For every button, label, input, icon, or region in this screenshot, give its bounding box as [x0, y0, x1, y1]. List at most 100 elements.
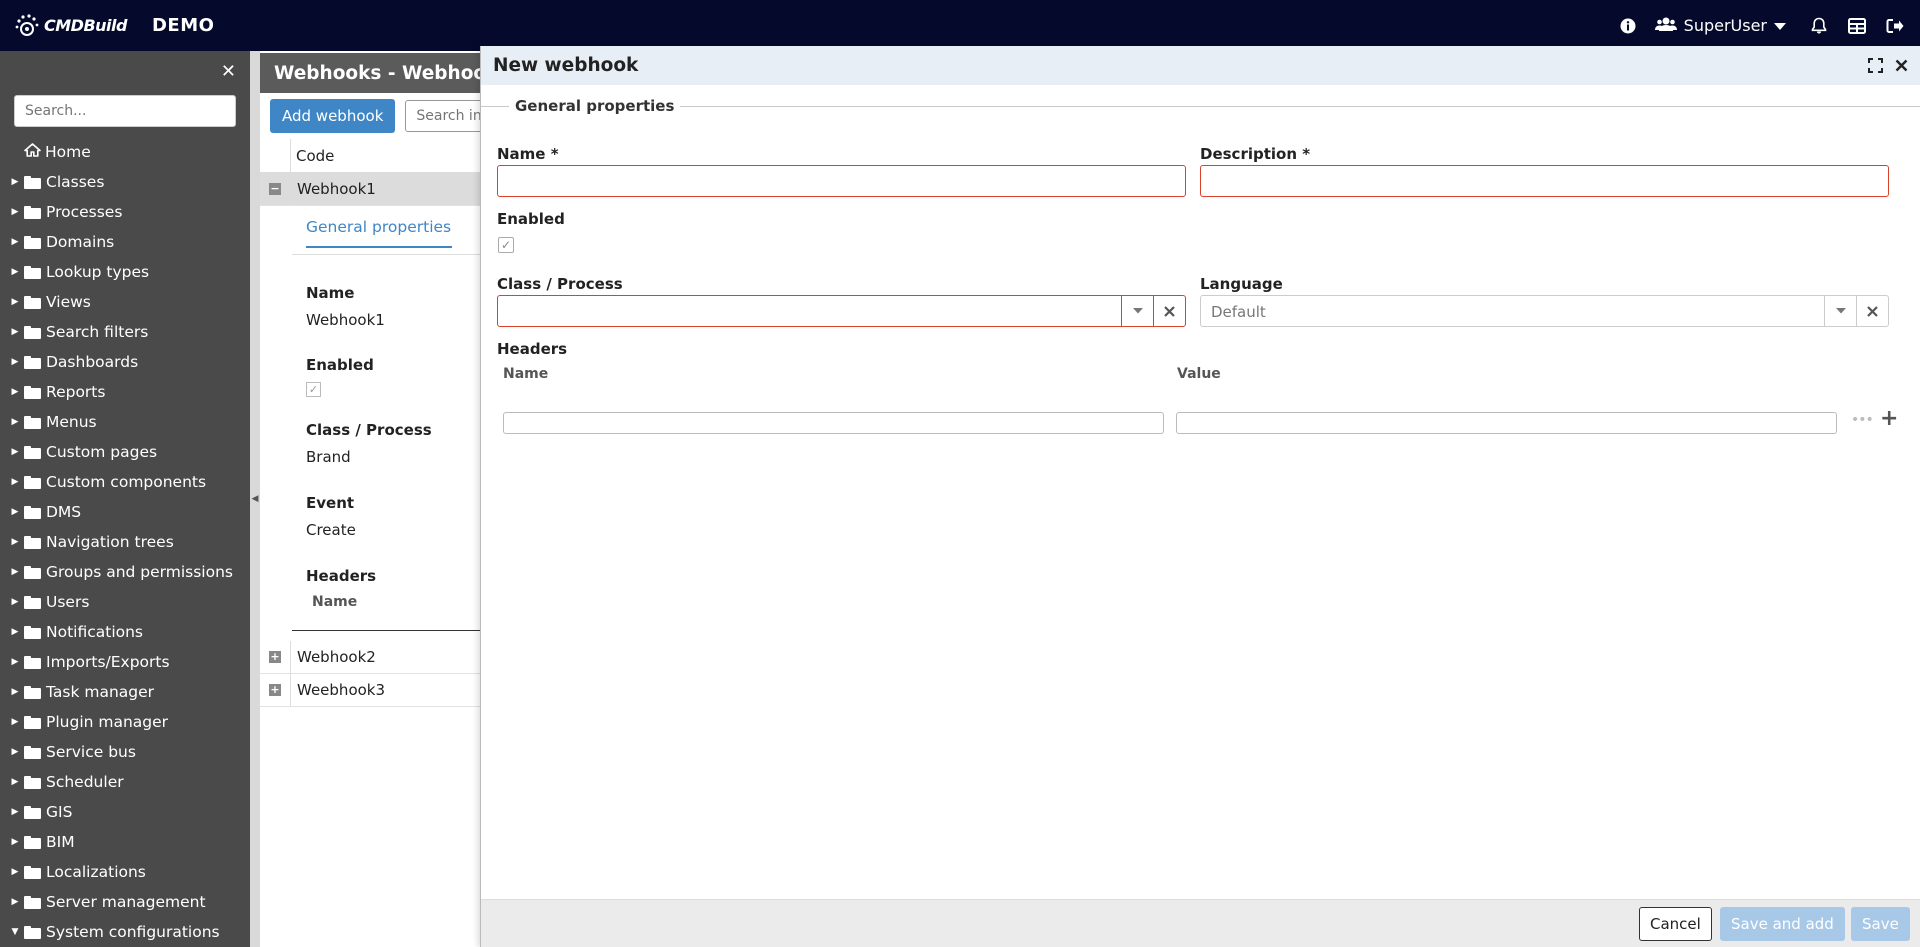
- panel-title: Webhooks - Webhook1: [260, 53, 480, 93]
- nav-item-reports[interactable]: ▶ Reports: [0, 377, 250, 407]
- row-code: Webhook1: [290, 173, 376, 205]
- nav-item-dashboards[interactable]: ▶ Dashboards: [0, 347, 250, 377]
- nav-item-label: System configurations: [46, 923, 220, 941]
- expand-row-icon[interactable]: +: [269, 684, 281, 696]
- nav-item-plugin-manager[interactable]: ▶ Plugin manager: [0, 707, 250, 737]
- dropdown-trigger-icon[interactable]: [1121, 296, 1153, 326]
- nav-item-label: BIM: [46, 833, 75, 851]
- nav-item-server-management[interactable]: ▶ Server management: [0, 887, 250, 917]
- nav-item-label: Localizations: [46, 863, 146, 881]
- table-row[interactable]: + Webhook2: [260, 641, 480, 674]
- nav-item-bim[interactable]: ▶ BIM: [0, 827, 250, 857]
- language-label: Language: [1200, 275, 1283, 293]
- logout-icon[interactable]: [1876, 0, 1914, 51]
- headers-col-value: Value: [1177, 366, 1221, 382]
- name-input[interactable]: [497, 165, 1186, 197]
- class-process-combo[interactable]: [497, 295, 1186, 327]
- class-process-label: Class / Process: [497, 275, 623, 293]
- grid-layout-icon[interactable]: [1838, 0, 1876, 51]
- column-header-code[interactable]: Code: [260, 139, 480, 173]
- maximize-icon[interactable]: [1866, 57, 1884, 75]
- dialog-title: New webhook: [493, 55, 639, 76]
- grid-search-input[interactable]: [405, 100, 480, 132]
- caret-right-icon: ▶: [11, 477, 19, 487]
- header-value-input[interactable]: [1176, 412, 1837, 434]
- table-row[interactable]: + Weebhook3: [260, 674, 480, 707]
- nav-item-label: Domains: [46, 233, 115, 251]
- add-webhook-button[interactable]: Add webhook: [270, 99, 396, 133]
- nav-item-views[interactable]: ▶ Views: [0, 287, 250, 317]
- expand-row-icon[interactable]: +: [269, 651, 281, 663]
- row-detail: General properties Name Webhook1 Enabled…: [292, 206, 480, 631]
- nav-item-home[interactable]: Home: [0, 137, 250, 167]
- nav-item-classes[interactable]: ▶ Classes: [0, 167, 250, 197]
- table-row[interactable]: − Webhook1: [260, 173, 480, 206]
- save-button[interactable]: Save: [1851, 907, 1910, 941]
- cancel-button[interactable]: Cancel: [1639, 907, 1712, 941]
- add-header-icon[interactable]: +: [1880, 406, 1898, 431]
- nav-item-groups-and-permissions[interactable]: ▶ Groups and permissions: [0, 557, 250, 587]
- user-menu[interactable]: SuperUser: [1647, 16, 1800, 36]
- tab-general-properties[interactable]: General properties: [306, 218, 452, 248]
- detail-name-label: Name: [306, 284, 355, 302]
- header-name-input[interactable]: [503, 412, 1164, 434]
- enabled-checkbox[interactable]: ✓: [498, 237, 514, 253]
- detail-event-value: Create: [306, 521, 356, 539]
- nav-item-scheduler[interactable]: ▶ Scheduler: [0, 767, 250, 797]
- folder-icon: [24, 265, 41, 279]
- folder-icon: [24, 685, 41, 699]
- bell-icon[interactable]: [1800, 0, 1838, 51]
- caret-right-icon: ▶: [11, 537, 19, 547]
- info-icon[interactable]: [1609, 0, 1647, 51]
- detail-class-value: Brand: [306, 448, 351, 466]
- folder-icon: [24, 775, 41, 789]
- collapse-row-icon[interactable]: −: [269, 183, 281, 195]
- clear-icon[interactable]: [1153, 296, 1185, 326]
- caret-right-icon: ▶: [11, 507, 19, 517]
- nav-item-system-configurations[interactable]: ▼ System configurations: [0, 917, 250, 947]
- nav-item-label: Scheduler: [46, 773, 124, 791]
- caret-right-icon: ▶: [11, 867, 19, 877]
- description-input[interactable]: [1200, 165, 1889, 197]
- close-icon[interactable]: [1892, 57, 1910, 75]
- caret-right-icon: ▶: [11, 717, 19, 727]
- folder-icon: [24, 655, 41, 669]
- nav-item-imports-exports[interactable]: ▶ Imports/Exports: [0, 647, 250, 677]
- nav-item-dms[interactable]: ▶ DMS: [0, 497, 250, 527]
- nav-item-domains[interactable]: ▶ Domains: [0, 227, 250, 257]
- nav-item-navigation-trees[interactable]: ▶ Navigation trees: [0, 527, 250, 557]
- dropdown-trigger-icon[interactable]: [1824, 296, 1856, 326]
- nav-item-search-filters[interactable]: ▶ Search filters: [0, 317, 250, 347]
- nav-item-processes[interactable]: ▶ Processes: [0, 197, 250, 227]
- clear-icon[interactable]: [1856, 296, 1888, 326]
- row-code: Weebhook3: [290, 674, 385, 706]
- sidebar-collapse-handle[interactable]: ◀: [250, 51, 260, 947]
- nav-item-users[interactable]: ▶ Users: [0, 587, 250, 617]
- caret-right-icon: ▶: [11, 777, 19, 787]
- nav-item-service-bus[interactable]: ▶ Service bus: [0, 737, 250, 767]
- nav-item-localizations[interactable]: ▶ Localizations: [0, 857, 250, 887]
- nav-item-lookup-types[interactable]: ▶ Lookup types: [0, 257, 250, 287]
- nav-item-gis[interactable]: ▶ GIS: [0, 797, 250, 827]
- more-options-icon[interactable]: •••: [1851, 412, 1874, 428]
- nav-item-notifications[interactable]: ▶ Notifications: [0, 617, 250, 647]
- nav-item-custom-components[interactable]: ▶ Custom components: [0, 467, 250, 497]
- folder-icon: [24, 895, 41, 909]
- nav-item-task-manager[interactable]: ▶ Task manager: [0, 677, 250, 707]
- language-combo[interactable]: Default: [1200, 295, 1889, 327]
- folder-icon: [24, 295, 41, 309]
- caret-left-icon: ◀: [251, 494, 259, 504]
- folder-icon: [24, 565, 41, 579]
- nav-item-label: Notifications: [46, 623, 144, 641]
- nav-item-menus[interactable]: ▶ Menus: [0, 407, 250, 437]
- save-and-add-button[interactable]: Save and add: [1720, 907, 1845, 941]
- sidebar-search-input[interactable]: [14, 95, 236, 127]
- fieldset-border: [481, 106, 1920, 107]
- folder-icon: [24, 925, 41, 939]
- app-logo[interactable]: CMDBuild: [14, 13, 127, 39]
- nav-item-custom-pages[interactable]: ▶ Custom pages: [0, 437, 250, 467]
- folder-icon: [24, 235, 41, 249]
- sidebar-close-icon[interactable]: ✕: [221, 61, 236, 82]
- home-icon: [24, 143, 41, 161]
- logo-text: CMDBuild: [44, 16, 127, 35]
